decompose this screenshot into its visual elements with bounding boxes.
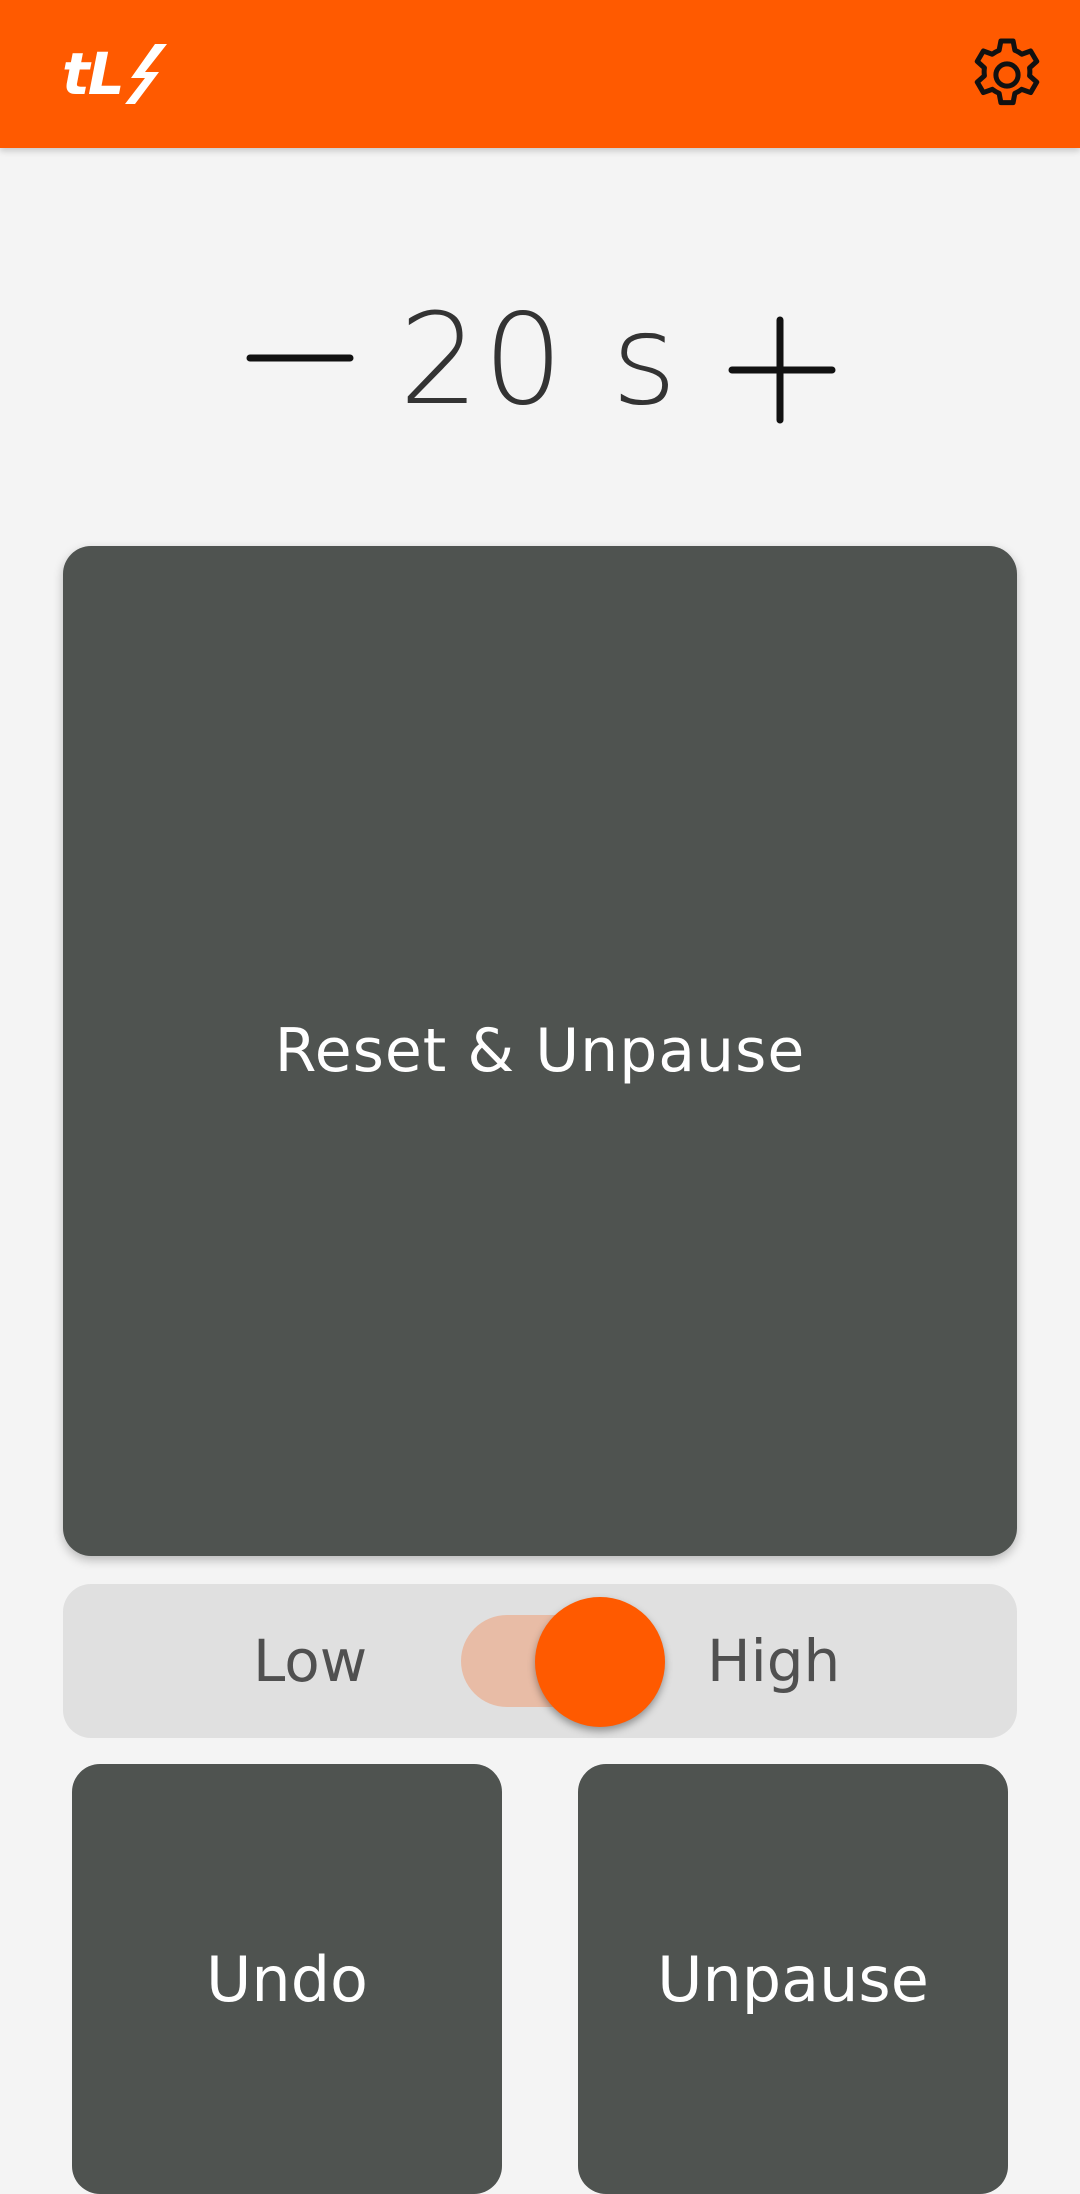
timer-row: 20 s	[0, 290, 1080, 430]
logo-bolt-icon	[124, 44, 167, 104]
app-bar: tL	[0, 0, 1080, 148]
logo-text: tL	[62, 40, 125, 108]
undo-button[interactable]: Undo	[72, 1764, 502, 2194]
sensitivity-panel: Low High	[63, 1584, 1017, 1738]
plus-icon	[728, 316, 836, 424]
high-label: High	[707, 1627, 841, 1695]
reset-unpause-button[interactable]: Reset & Unpause	[63, 546, 1017, 1556]
toggle-thumb[interactable]	[535, 1597, 665, 1727]
increase-time-button[interactable]	[722, 310, 842, 430]
unpause-button[interactable]: Unpause	[578, 1764, 1008, 2194]
app-logo: tL	[62, 40, 169, 108]
decrease-time-button[interactable]	[238, 320, 358, 400]
settings-button[interactable]	[962, 30, 1052, 120]
low-label: Low	[253, 1627, 368, 1695]
minus-icon	[246, 354, 354, 362]
timer-value: 20 s	[398, 286, 682, 433]
gear-icon	[974, 38, 1040, 106]
sensitivity-toggle[interactable]	[461, 1597, 665, 1727]
